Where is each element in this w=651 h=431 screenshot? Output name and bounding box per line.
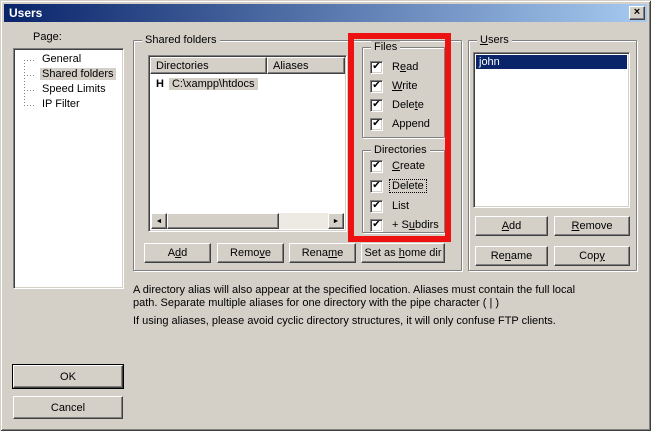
directories-group: Directories ✔ Create ✔ Delete ✔ List ✔ +… <box>362 150 445 233</box>
checkbox-dirs-delete[interactable]: ✔ Delete <box>370 179 426 193</box>
checkbox-box: ✔ <box>370 118 383 131</box>
checkbox-box: ✔ <box>370 200 383 213</box>
checkbox-dirs-subdirs[interactable]: ✔ + Subdirs <box>370 218 441 232</box>
close-icon[interactable]: × <box>629 6 645 20</box>
rename-directory-button[interactable]: Rename <box>289 243 356 263</box>
window-title: Users <box>9 6 42 20</box>
shared-folders-group-label: Shared folders <box>142 34 220 47</box>
checkbox-box: ✔ <box>370 61 383 74</box>
checkbox-files-append[interactable]: ✔ Append <box>370 117 432 131</box>
check-icon: ✔ <box>372 161 380 171</box>
user-list-item[interactable]: john <box>476 55 627 69</box>
cancel-button[interactable]: Cancel <box>13 396 123 419</box>
column-header-directories[interactable]: Directories <box>150 57 267 74</box>
cyclic-note: If using aliases, please avoid cyclic di… <box>133 315 556 328</box>
checkbox-files-read[interactable]: ✔ Read <box>370 60 420 74</box>
check-icon: ✔ <box>372 62 380 72</box>
directories-list: Directories Aliases H C:\xampp\htdocs ◄ … <box>148 55 347 232</box>
checkbox-box: ✔ <box>370 80 383 93</box>
alias-note-line1: A directory alias will also appear at th… <box>133 284 575 297</box>
checkbox-files-delete[interactable]: ✔ Delete <box>370 98 426 112</box>
tree-item-speed-limits[interactable]: Speed Limits <box>16 82 121 97</box>
check-icon: ✔ <box>372 81 380 91</box>
checkbox-dirs-create[interactable]: ✔ Create <box>370 159 427 173</box>
check-icon: ✔ <box>372 181 380 191</box>
scroll-left-icon[interactable]: ◄ <box>151 213 167 229</box>
title-bar[interactable]: Users × <box>4 4 647 22</box>
copy-user-button[interactable]: Copy <box>554 246 630 266</box>
tree-item-general[interactable]: General <box>16 52 121 67</box>
directories-group-label: Directories <box>371 144 430 157</box>
horizontal-scrollbar[interactable]: ◄ ► <box>151 213 344 229</box>
checkbox-box: ✔ <box>370 99 383 112</box>
scrollbar-track[interactable] <box>279 213 328 229</box>
directory-row[interactable]: H C:\xampp\htdocs <box>150 76 345 91</box>
add-user-button[interactable]: Add <box>475 216 548 236</box>
scrollbar-thumb[interactable] <box>167 213 279 229</box>
users-group-label: Users <box>477 34 512 47</box>
check-icon: ✔ <box>372 119 380 129</box>
set-as-home-dir-button[interactable]: Set as home dir <box>361 243 445 263</box>
checkbox-box: ✔ <box>370 219 383 232</box>
rename-user-button[interactable]: Rename <box>475 246 548 266</box>
remove-user-button[interactable]: Remove <box>554 216 630 236</box>
page-tree: General Shared folders Speed Limits IP F… <box>13 48 124 289</box>
tree-item-shared-folders[interactable]: Shared folders <box>16 67 121 82</box>
page-label: Page: <box>33 31 62 43</box>
users-dialog: Users × Page: General Shared folders Spe… <box>0 0 651 431</box>
check-icon: ✔ <box>372 220 380 230</box>
check-icon: ✔ <box>372 100 380 110</box>
ok-button[interactable]: OK <box>13 365 123 388</box>
list-header: Directories Aliases <box>150 57 345 74</box>
checkbox-files-write[interactable]: ✔ Write <box>370 79 419 93</box>
alias-note-line2: path. Separate multiple aliases for one … <box>133 297 499 310</box>
directory-path: C:\xampp\htdocs <box>169 78 258 90</box>
checkbox-box: ✔ <box>370 180 383 193</box>
add-directory-button[interactable]: Add <box>144 243 211 263</box>
home-marker: H <box>156 78 164 90</box>
column-header-aliases[interactable]: Aliases <box>267 57 345 74</box>
checkbox-dirs-list[interactable]: ✔ List <box>370 199 411 213</box>
check-icon: ✔ <box>372 201 380 211</box>
files-group-label: Files <box>371 41 400 54</box>
users-list[interactable]: john <box>473 52 630 208</box>
scroll-right-icon[interactable]: ► <box>328 213 344 229</box>
files-group: Files ✔ Read ✔ Write ✔ Delete ✔ Append <box>362 47 445 138</box>
checkbox-box: ✔ <box>370 160 383 173</box>
remove-directory-button[interactable]: Remove <box>217 243 284 263</box>
tree-item-ip-filter[interactable]: IP Filter <box>16 97 121 112</box>
